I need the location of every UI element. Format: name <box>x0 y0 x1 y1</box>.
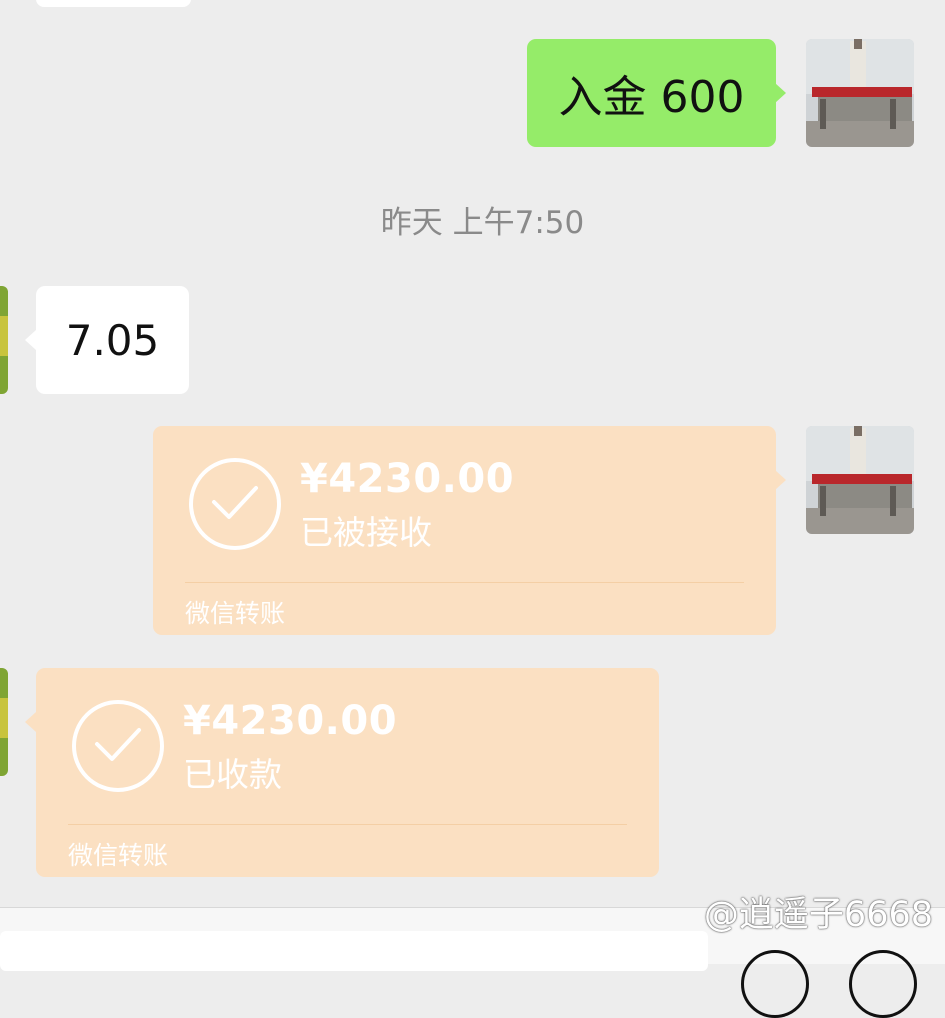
contact-avatar[interactable] <box>0 286 8 394</box>
emoji-button[interactable] <box>741 950 809 1018</box>
sent-text-bubble[interactable]: 入金 600 <box>527 39 786 147</box>
watermark: @逍遥子6668 <box>703 895 933 935</box>
transfer-card-received[interactable]: ¥4230.00 已收款 微信转账 <box>25 668 659 877</box>
card-divider <box>185 582 744 583</box>
more-button[interactable] <box>849 950 917 1018</box>
previous-message-bubble[interactable] <box>36 0 191 7</box>
card-divider <box>68 824 627 825</box>
received-text-bubble[interactable]: 7.05 <box>25 286 189 394</box>
sent-text: 入金 600 <box>558 72 745 123</box>
message-input[interactable] <box>0 931 708 971</box>
transfer-amount: ¥4230.00 <box>183 698 398 744</box>
contact-avatar[interactable] <box>0 668 8 776</box>
check-icon <box>72 700 164 792</box>
transfer-amount: ¥4230.00 <box>300 456 515 502</box>
transfer-status: 已收款 <box>183 755 282 794</box>
my-avatar[interactable] <box>806 426 914 534</box>
my-avatar[interactable] <box>806 39 914 147</box>
transfer-type-label: 微信转账 <box>68 841 169 870</box>
transfer-status: 已被接收 <box>300 513 432 552</box>
check-icon <box>189 458 281 550</box>
transfer-card-accepted[interactable]: ¥4230.00 已被接收 微信转账 <box>153 426 786 635</box>
transfer-type-label: 微信转账 <box>185 599 286 628</box>
message-timestamp: 昨天 上午7:50 <box>380 205 585 241</box>
received-text: 7.05 <box>65 315 160 365</box>
